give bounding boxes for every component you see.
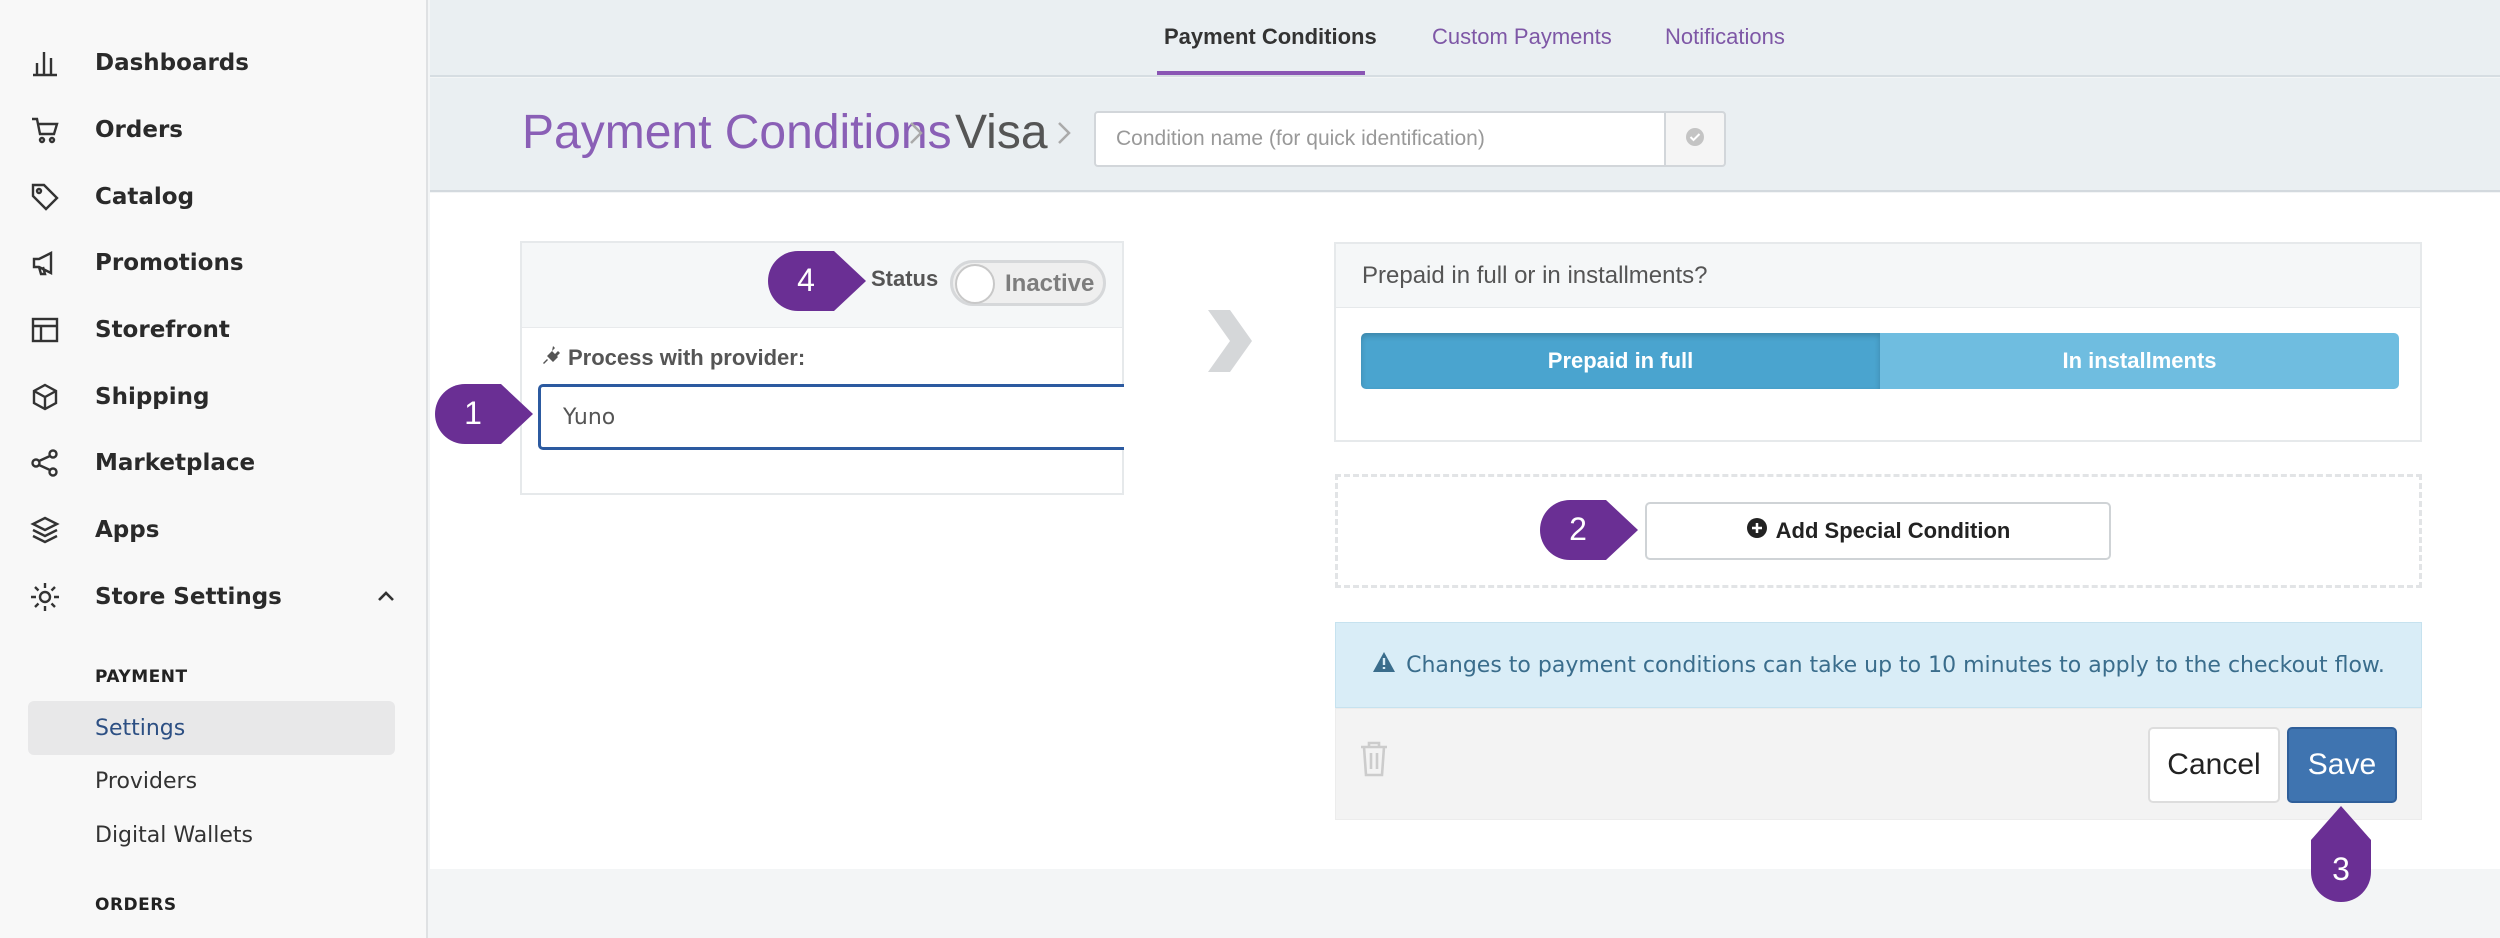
sidebar-subitem-settings[interactable]: Settings <box>28 701 395 755</box>
trash-icon[interactable] <box>1358 740 1390 783</box>
sidebar-item-apps[interactable]: Apps <box>28 505 398 555</box>
sidebar-subitem-providers[interactable]: Providers <box>28 754 395 808</box>
breadcrumb-root[interactable]: Payment Conditions <box>522 105 952 160</box>
toggle-knob <box>955 264 995 304</box>
status-toggle[interactable]: Inactive <box>950 260 1106 306</box>
status-label: Status <box>871 266 939 291</box>
share-icon <box>28 446 62 480</box>
condition-name-input[interactable] <box>1094 111 1666 167</box>
breadcrumb-current: Visa <box>955 106 1048 159</box>
sidebar-item-shipping[interactable]: Shipping <box>28 372 398 422</box>
confirm-name-button[interactable] <box>1664 111 1726 167</box>
sidebar-item-label: Storefront <box>95 317 230 343</box>
check-circle-icon <box>1684 126 1706 153</box>
save-button[interactable]: Save <box>2287 727 2397 803</box>
sidebar-item-label: Marketplace <box>95 450 256 476</box>
step-marker-number: 1 <box>464 395 482 431</box>
section-heading-payment: PAYMENT <box>95 667 188 687</box>
bar-chart-icon <box>28 46 62 80</box>
breadcrumb-separator-icon <box>905 118 927 153</box>
breadcrumb-separator-icon <box>1053 118 1075 153</box>
sidebar-subitem-digital-wallets[interactable]: Digital Wallets <box>28 808 395 862</box>
sidebar-item-catalog[interactable]: Catalog <box>28 172 398 222</box>
alert-text: Changes to payment conditions can take u… <box>1406 652 2385 678</box>
cart-icon <box>28 113 62 147</box>
sidebar-item-promotions[interactable]: Promotions <box>28 238 398 288</box>
megaphone-icon <box>28 246 62 280</box>
sidebar-item-label: Dashboards <box>95 50 249 76</box>
sidebar-item-dashboards[interactable]: Dashboards <box>28 38 398 88</box>
sidebar-item-label: Shipping <box>95 384 210 410</box>
tab-custom-payments[interactable]: Custom Payments <box>1432 24 1612 50</box>
gear-icon <box>28 580 62 614</box>
active-tab-indicator <box>1157 71 1365 75</box>
step-marker-4: 4 <box>768 251 866 311</box>
status-state: Inactive <box>1005 270 1095 297</box>
layout-icon <box>28 313 62 347</box>
provider-label: Process with provider: <box>540 344 805 372</box>
sidebar: Dashboards Orders Catalog Promotions Sto… <box>0 0 428 938</box>
sidebar-item-label: Promotions <box>95 250 244 276</box>
prepaid-in-full-button[interactable]: Prepaid in full <box>1361 333 1880 389</box>
step-marker-1: 1 <box>435 384 533 444</box>
sidebar-subitem-label: Settings <box>95 715 186 741</box>
plus-circle-icon <box>1746 517 1768 545</box>
sidebar-subitem-label: Digital Wallets <box>95 822 254 848</box>
payment-mode-toggle: Prepaid in full In installments <box>1361 333 2399 389</box>
provider-input[interactable] <box>538 384 1124 450</box>
payment-mode-question: Prepaid in full or in installments? <box>1362 262 1708 289</box>
in-installments-button[interactable]: In installments <box>1880 333 2399 389</box>
provider-label-text: Process with provider: <box>568 345 806 370</box>
layers-icon <box>28 513 62 547</box>
sidebar-item-label: Catalog <box>95 184 195 210</box>
step-marker-number: 2 <box>1569 511 1587 547</box>
tag-icon <box>28 180 62 214</box>
sidebar-item-label: Store Settings <box>95 584 282 610</box>
cancel-button[interactable]: Cancel <box>2148 727 2280 803</box>
tab-payment-conditions[interactable]: Payment Conditions <box>1164 24 1377 50</box>
chevron-right-icon <box>1200 306 1256 381</box>
step-marker-2: 2 <box>1540 500 1638 560</box>
sidebar-item-label: Apps <box>95 517 160 543</box>
payment-mode-header: Prepaid in full or in installments? <box>1336 244 2420 308</box>
warning-icon <box>1372 651 1396 679</box>
sidebar-item-storefront[interactable]: Storefront <box>28 305 398 355</box>
step-marker-number: 3 <box>2332 851 2350 887</box>
tab-notifications[interactable]: Notifications <box>1665 24 1785 50</box>
plug-icon <box>540 344 562 372</box>
add-special-condition-label: Add Special Condition <box>1775 518 2011 543</box>
sidebar-subitem-label: Providers <box>95 768 198 794</box>
chevron-up-icon[interactable] <box>374 585 398 614</box>
info-alert: Changes to payment conditions can take u… <box>1335 622 2422 708</box>
sidebar-item-store-settings[interactable]: Store Settings <box>28 572 398 622</box>
footer-band <box>430 869 2500 938</box>
sidebar-item-label: Orders <box>95 117 183 143</box>
step-marker-number: 4 <box>797 262 815 298</box>
section-heading-orders: ORDERS <box>95 895 177 915</box>
sidebar-item-marketplace[interactable]: Marketplace <box>28 438 398 488</box>
step-marker-3: 3 <box>2311 806 2371 902</box>
sidebar-item-orders[interactable]: Orders <box>28 105 398 155</box>
add-special-condition-button[interactable]: Add Special Condition <box>1645 502 2111 560</box>
box-icon <box>28 380 62 414</box>
